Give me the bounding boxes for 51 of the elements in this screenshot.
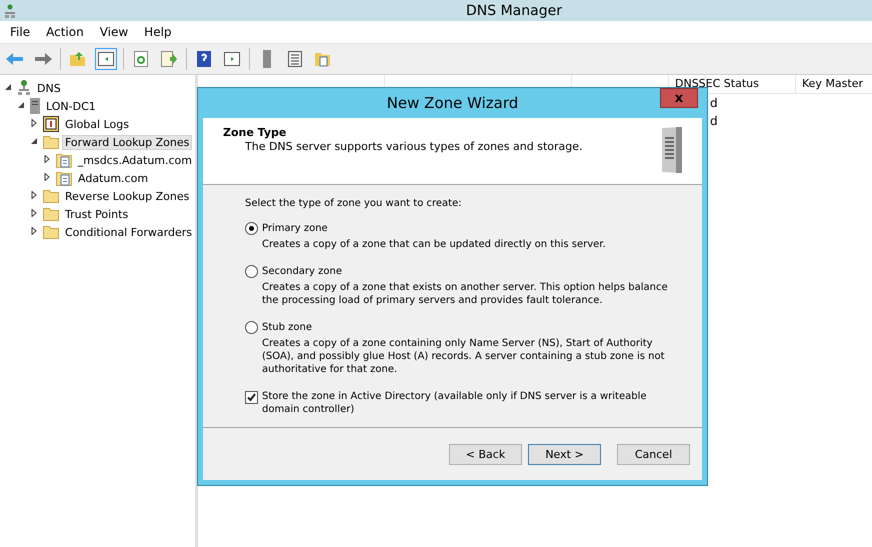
- tree-item[interactable]: _msdcs.Adatum.com: [74, 152, 195, 168]
- export-list-icon[interactable]: [158, 48, 180, 70]
- table-cell-text: d: [710, 113, 718, 130]
- tree-item[interactable]: DNS: [34, 80, 64, 96]
- menu-item[interactable]: File: [4, 25, 36, 39]
- network-icon: [17, 80, 31, 96]
- menu-item[interactable]: Action: [40, 25, 90, 39]
- folder-icon: [43, 135, 59, 149]
- menu-item[interactable]: Help: [138, 25, 178, 39]
- zone-file-icon: [56, 152, 72, 168]
- option-description: Creates a copy of a zone that exists on another server. This option helps balance the processing load of primary servers and provides fault tolerance.: [261, 281, 669, 307]
- tree-item[interactable]: Forward Lookup Zones: [62, 134, 192, 150]
- page-subheading: The DNS server supports various types of zones and storage.: [244, 140, 584, 153]
- radio-button[interactable]: [245, 321, 258, 334]
- tree-item[interactable]: Reverse Lookup Zones: [62, 188, 192, 204]
- table-cell-text: d: [710, 95, 718, 112]
- checkbox[interactable]: [245, 391, 258, 404]
- collapse-arrow-icon[interactable]: [17, 101, 27, 111]
- console-tree-icon[interactable]: [95, 48, 117, 70]
- tree-item[interactable]: LON-DC1: [43, 98, 99, 114]
- wizard-button[interactable]: < Back: [449, 444, 522, 464]
- folder-icon: [42, 225, 59, 239]
- log-book-icon: [43, 116, 59, 132]
- option-label[interactable]: Secondary zone: [262, 265, 342, 278]
- collapse-arrow-icon[interactable]: [30, 137, 40, 147]
- radio-button[interactable]: [245, 265, 258, 278]
- folder-icon: [43, 189, 59, 203]
- radio-button[interactable]: [245, 222, 258, 235]
- wizard-button[interactable]: Cancel: [617, 444, 690, 464]
- option-description: Creates a copy of a zone that can be updated directly on this server.: [261, 238, 607, 251]
- tree-item[interactable]: Adatum.com: [75, 170, 152, 186]
- server-icon: [30, 98, 40, 114]
- menu-item[interactable]: View: [94, 25, 134, 39]
- tree-item[interactable]: Global Logs: [62, 116, 132, 132]
- wizard-button[interactable]: Next >: [528, 444, 601, 464]
- column-header[interactable]: Key Master: [796, 75, 872, 93]
- network-icon: [4, 4, 16, 18]
- collapse-arrow-icon[interactable]: [4, 83, 14, 93]
- page-heading: Zone Type: [223, 126, 288, 139]
- option-description: Creates a copy of a zone containing only Name Server (NS), Start of Authority (SOA), and possibly glue Host (A) records. A server containing a stub zone is not authoritative for that zone.: [261, 337, 666, 376]
- dialog-title: New Zone Wizard: [386, 94, 518, 112]
- prompt-text: Select the type of zone you want to create:: [245, 197, 463, 210]
- folder-icon: [43, 207, 59, 221]
- tree-item[interactable]: Conditional Forwarders: [62, 224, 195, 240]
- option-label[interactable]: Stub zone: [262, 321, 312, 334]
- close-button[interactable]: x: [660, 88, 698, 108]
- zone-file-icon: [56, 170, 72, 186]
- option-label[interactable]: Primary zone: [262, 222, 328, 235]
- tree-item[interactable]: Trust Points: [62, 206, 132, 222]
- checkbox-label[interactable]: Store the zone in Active Directory (available only if DNS server is a writeable domain controller): [262, 390, 672, 416]
- window-title: DNS Manager: [465, 2, 562, 18]
